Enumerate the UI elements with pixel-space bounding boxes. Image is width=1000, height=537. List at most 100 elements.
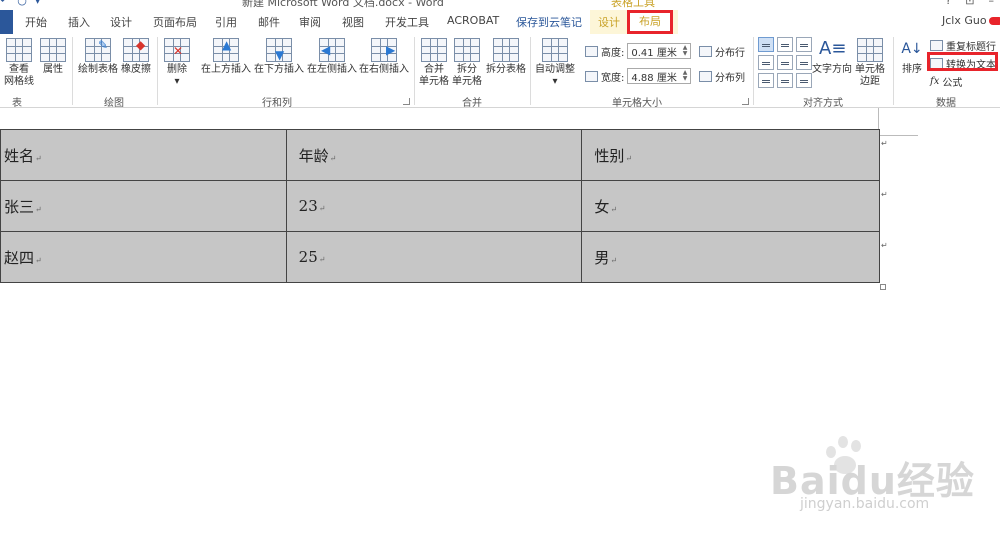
tab-page-layout[interactable]: 页面布局 <box>153 14 197 30</box>
table-cell[interactable]: 男↵ <box>581 231 880 283</box>
table-cell[interactable]: 25↵ <box>285 231 583 283</box>
spinner-icon[interactable]: ▲ ▼ <box>683 70 688 82</box>
tab-insert[interactable]: 插入 <box>68 14 90 30</box>
insert-above-button[interactable]: ▲ 在上方插入 <box>201 38 251 76</box>
table-cell[interactable]: 姓名↵ <box>0 129 287 181</box>
customize-qat-icon[interactable]: ▾ <box>35 0 41 7</box>
insert-right-button[interactable]: ▶ 在右侧插入 <box>359 38 409 76</box>
autofit-button[interactable]: 自动调整 ▾ <box>535 38 575 88</box>
help-icon[interactable]: ? <box>945 0 951 7</box>
pencil-icon: ✎ <box>85 38 111 62</box>
user-account[interactable]: Jclx Guo <box>942 14 1000 27</box>
ribbon: 查看 网格线 属性 表 ✎ 绘制表格 ◆ 橡皮擦 绘图 ✕ 删除 ▾ ▲ 在上方… <box>0 34 1000 109</box>
rows-cols-launcher-icon[interactable] <box>403 98 410 105</box>
table-cell[interactable]: 女↵ <box>581 180 880 232</box>
group-label-draw: 绘图 <box>104 98 124 109</box>
redo-icon[interactable]: ○ <box>17 0 27 7</box>
tab-table-design[interactable]: 设计 <box>598 14 620 30</box>
split-table-icon <box>493 38 519 62</box>
eraser-icon: ◆ <box>123 38 149 62</box>
view-gridlines-button[interactable]: 查看 网格线 <box>4 38 34 88</box>
align-top-center-icon[interactable] <box>777 37 793 52</box>
chevron-down-icon: ▾ <box>552 76 558 87</box>
merge-cells-icon <box>421 38 447 62</box>
table-cell[interactable]: 张三↵ <box>0 180 287 232</box>
tab-view[interactable]: 视图 <box>342 14 364 30</box>
align-top-right-icon[interactable] <box>796 37 812 52</box>
column-width-icon <box>585 70 598 82</box>
table-cell[interactable]: 23↵ <box>285 180 583 232</box>
undo-icon[interactable]: ↶ <box>0 0 9 7</box>
split-table-button[interactable]: 拆分表格 <box>486 38 526 76</box>
ribbon-display-icon[interactable]: ⊡ <box>965 0 974 7</box>
group-label-table: 表 <box>12 98 22 109</box>
document-title: 新建 Microsoft Word 文档.docx - Word <box>242 0 444 9</box>
tab-save-to-cloud-notes[interactable]: 保存到云笔记 <box>516 14 582 30</box>
distribute-rows-button[interactable]: 分布行 <box>699 44 745 59</box>
sort-button[interactable]: A↓ 排序 <box>899 38 925 76</box>
document-table[interactable]: 姓名↵ 年龄↵ 性别↵ 张三↵ 23↵ 女↵ 赵四↵ 25↵ 男↵ <box>0 129 880 283</box>
split-cells-button[interactable]: 拆分 单元格 <box>452 38 482 88</box>
insert-above-icon: ▲ <box>213 38 239 62</box>
table-resize-handle[interactable] <box>880 284 886 290</box>
tab-review[interactable]: 审阅 <box>299 14 321 30</box>
column-width-input[interactable]: 4.88 厘米 ▲ ▼ <box>627 68 692 84</box>
merge-cells-button[interactable]: 合并 单元格 <box>419 38 449 88</box>
tab-home[interactable]: 开始 <box>25 14 47 30</box>
tab-acrobat[interactable]: ACROBAT <box>447 14 499 27</box>
tab-design[interactable]: 设计 <box>110 14 132 30</box>
align-bottom-center-icon[interactable] <box>777 73 793 88</box>
tab-table-layout[interactable]: 布局 <box>627 10 673 34</box>
distribute-rows-icon <box>699 46 712 57</box>
insert-left-icon: ◀ <box>319 38 345 62</box>
insert-left-button[interactable]: ◀ 在左侧插入 <box>307 38 357 76</box>
distribute-columns-button[interactable]: 分布列 <box>699 69 745 84</box>
align-middle-center-icon[interactable] <box>777 55 793 70</box>
eraser-button[interactable]: ◆ 橡皮擦 <box>121 38 151 76</box>
baidu-watermark: Baidu经验 jingyan.baidu.com <box>760 432 1000 537</box>
delete-table-icon: ✕ <box>164 38 190 62</box>
align-middle-left-icon[interactable] <box>758 55 774 70</box>
end-of-row-mark: ↵ <box>881 190 888 199</box>
align-bottom-right-icon[interactable] <box>796 73 812 88</box>
cell-margins-button[interactable]: 单元格 边距 <box>855 38 885 88</box>
group-divider <box>530 37 531 105</box>
tab-developer[interactable]: 开发工具 <box>385 14 429 30</box>
table-cell[interactable]: 赵四↵ <box>0 231 287 283</box>
avatar <box>988 17 1000 25</box>
delete-button[interactable]: ✕ 删除 ▾ <box>164 38 190 88</box>
align-middle-right-icon[interactable] <box>796 55 812 70</box>
properties-button[interactable]: 属性 <box>40 38 66 76</box>
draw-table-button[interactable]: ✎ 绘制表格 <box>78 38 118 76</box>
table-cell[interactable]: 年龄↵ <box>285 129 583 181</box>
row-height-input[interactable]: 0.41 厘米 ▲ ▼ <box>627 43 692 59</box>
repeat-header-icon <box>930 40 943 51</box>
column-width-control: 宽度: 4.88 厘米 ▲ ▼ <box>585 68 692 84</box>
convert-to-text-highlight <box>927 52 998 71</box>
formula-icon: fx <box>930 76 940 87</box>
row-end-marks: ↵ ↵ ↵ <box>880 129 891 282</box>
text-direction-icon: A≡ <box>819 38 847 59</box>
minimize-icon[interactable]: – <box>989 0 995 7</box>
watermark-url: jingyan.baidu.com <box>800 496 930 512</box>
align-bottom-left-icon[interactable] <box>758 73 774 88</box>
row-height-control: 高度: 0.41 厘米 ▲ ▼ <box>585 43 692 59</box>
file-tab[interactable] <box>0 10 13 34</box>
autofit-icon <box>542 38 568 62</box>
cell-size-launcher-icon[interactable] <box>742 98 749 105</box>
tab-references[interactable]: 引用 <box>215 14 237 30</box>
formula-button[interactable]: fx 公式 <box>930 74 962 89</box>
spinner-icon[interactable]: ▲ ▼ <box>683 45 688 57</box>
text-direction-button[interactable]: A≡ 文字方向 <box>812 38 852 76</box>
group-label-cell-size: 单元格大小 <box>612 98 662 109</box>
end-of-row-mark: ↵ <box>881 139 888 148</box>
table-cell[interactable]: 性别↵ <box>581 129 880 181</box>
group-label-data: 数据 <box>936 98 956 109</box>
align-top-left-icon[interactable] <box>758 37 774 52</box>
insert-below-button[interactable]: ▼ 在下方插入 <box>254 38 304 76</box>
tab-mailings[interactable]: 邮件 <box>258 14 280 30</box>
table-row: 张三↵ 23↵ 女↵ <box>0 180 880 232</box>
insert-below-icon: ▼ <box>266 38 292 62</box>
group-label-merge: 合并 <box>462 98 482 109</box>
repeat-header-rows-button[interactable]: 重复标题行 <box>930 38 996 53</box>
